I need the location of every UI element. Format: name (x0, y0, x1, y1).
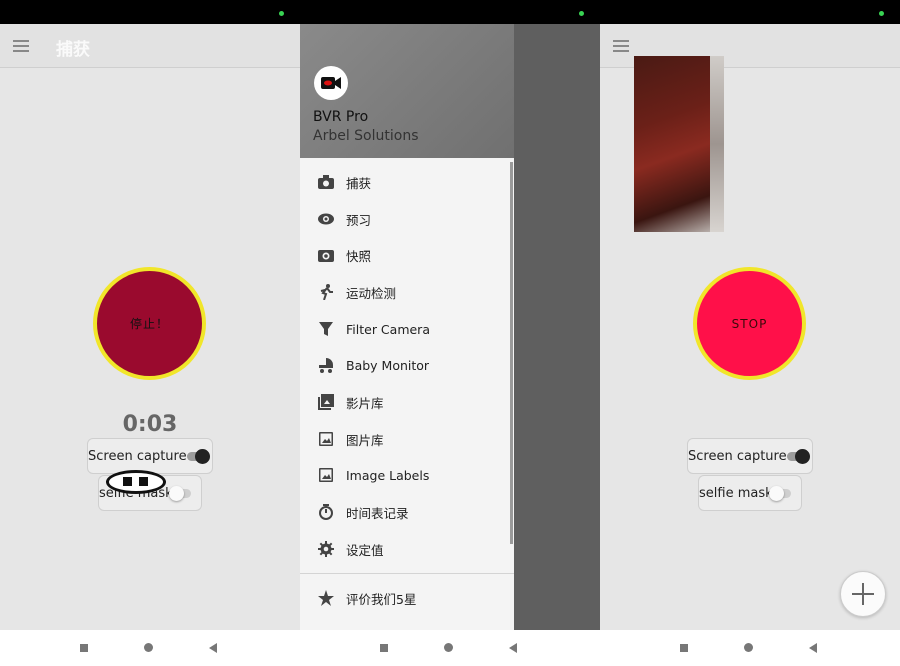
switch-knob (195, 449, 210, 464)
menu-item-rate-us[interactable]: 评价我们5星 (300, 580, 514, 616)
menu-item-video-library[interactable]: 影片库 (300, 384, 514, 420)
recents-icon[interactable] (680, 644, 688, 652)
screen-capture-switch[interactable] (787, 449, 810, 464)
screen-capture-panel: 捕获 停止！ 0:03 Screen capture selfie mask (0, 0, 300, 666)
screen-capture-switch[interactable] (187, 449, 210, 464)
switch-knob (169, 486, 184, 501)
menu-item-capture[interactable]: 捕获 (300, 164, 514, 200)
menu-item-label: 快照 (346, 248, 372, 264)
menu-item-label: 影片库 (346, 395, 384, 411)
selfie-mask-switch[interactable] (169, 486, 191, 501)
system-nav-bar (0, 630, 300, 666)
camera-icon (318, 174, 334, 190)
switch-knob (769, 486, 784, 501)
add-fab-button[interactable] (840, 571, 886, 617)
filter-icon (318, 321, 334, 337)
image-icon (318, 431, 334, 447)
menu-item-baby-monitor[interactable]: Baby Monitor (300, 347, 514, 383)
selfie-mask-toggle-row[interactable]: selfie mask (698, 475, 802, 511)
home-icon[interactable] (744, 643, 753, 652)
menu-item-label: 评价我们5星 (346, 591, 417, 607)
app-bar: 捕获 (0, 24, 300, 68)
switch-knob (795, 449, 810, 464)
stroller-icon (318, 357, 334, 373)
back-icon[interactable] (809, 643, 817, 653)
screen-capture-toggle-row[interactable]: Screen capture (687, 438, 813, 474)
status-bar (300, 0, 600, 24)
menu-item-snapshot[interactable]: 快照 (300, 237, 514, 273)
selfie-mask-switch[interactable] (769, 486, 791, 501)
screen-preview-panel: STOP Screen capture selfie mask (600, 0, 900, 666)
home-icon[interactable] (444, 643, 453, 652)
record-button-label: 停止！ (129, 317, 169, 331)
gear-icon (318, 541, 334, 557)
recents-icon[interactable] (80, 644, 88, 652)
record-button-label: STOP (731, 316, 768, 331)
selfie-mask-label: selfie mask (699, 485, 773, 501)
page-title: 捕获 (56, 40, 90, 60)
star-icon (318, 590, 334, 606)
status-dot-icon (879, 11, 884, 16)
system-nav-bar (600, 630, 900, 666)
status-bar (600, 0, 900, 24)
menu-item-settings[interactable]: 设定值 (300, 531, 514, 567)
menu-item-label: 捕获 (346, 175, 372, 191)
back-icon[interactable] (509, 643, 517, 653)
menu-item-image-library[interactable]: 图片库 (300, 421, 514, 457)
menu-item-preview[interactable]: 预习 (300, 201, 514, 237)
drawer-app-name: BVR Pro (313, 109, 369, 125)
menu-icon[interactable] (613, 40, 629, 52)
snapshot-icon (318, 247, 334, 263)
drawer-scrollbar[interactable] (510, 162, 513, 544)
screen-capture-label: Screen capture (688, 448, 787, 464)
screen-capture-label: Screen capture (88, 448, 187, 464)
menu-item-label: Filter Camera (346, 321, 430, 337)
screen-capture-toggle-row[interactable]: Screen capture (87, 438, 213, 474)
menu-item-label: 运动检测 (346, 285, 397, 301)
status-dot-icon (579, 11, 584, 16)
floating-overlay-icon[interactable] (106, 470, 166, 494)
navigation-drawer: BVR Pro Arbel Solutions 捕获 预习 快照 运动检测 Fi… (300, 24, 514, 630)
system-nav-bar (300, 630, 600, 666)
drawer-vendor-name: Arbel Solutions (313, 128, 419, 144)
stop-record-button[interactable]: STOP (693, 267, 806, 380)
app-logo-icon (314, 66, 348, 100)
drawer-divider (300, 573, 514, 574)
eye-icon (318, 211, 334, 227)
menu-item-label: Image Labels (346, 467, 430, 483)
home-icon[interactable] (144, 643, 153, 652)
menu-item-image-labels[interactable]: Image Labels (300, 457, 514, 493)
timer-icon (318, 504, 334, 520)
recents-icon[interactable] (380, 644, 388, 652)
stop-record-button[interactable]: 停止！ (93, 267, 206, 380)
video-library-icon (318, 394, 334, 410)
menu-item-label: Baby Monitor (346, 357, 430, 373)
status-bar (0, 0, 300, 24)
menu-icon[interactable] (13, 40, 29, 52)
menu-item-label: 设定值 (346, 542, 384, 558)
status-dot-icon (279, 11, 284, 16)
menu-item-label: 预习 (346, 212, 372, 228)
menu-item-label: 图片库 (346, 432, 384, 448)
selfie-preview-image (634, 56, 724, 232)
drawer-header: BVR Pro Arbel Solutions (300, 24, 514, 158)
menu-item-filter-camera[interactable]: Filter Camera (300, 311, 514, 347)
menu-item-motion-detection[interactable]: 运动检测 (300, 274, 514, 310)
recording-timer: 0:03 (122, 412, 178, 437)
menu-item-schedule[interactable]: 时间表记录 (300, 494, 514, 530)
back-icon[interactable] (209, 643, 217, 653)
image-label-icon (318, 467, 334, 483)
menu-item-label: 时间表记录 (346, 505, 409, 521)
running-icon (318, 284, 334, 300)
